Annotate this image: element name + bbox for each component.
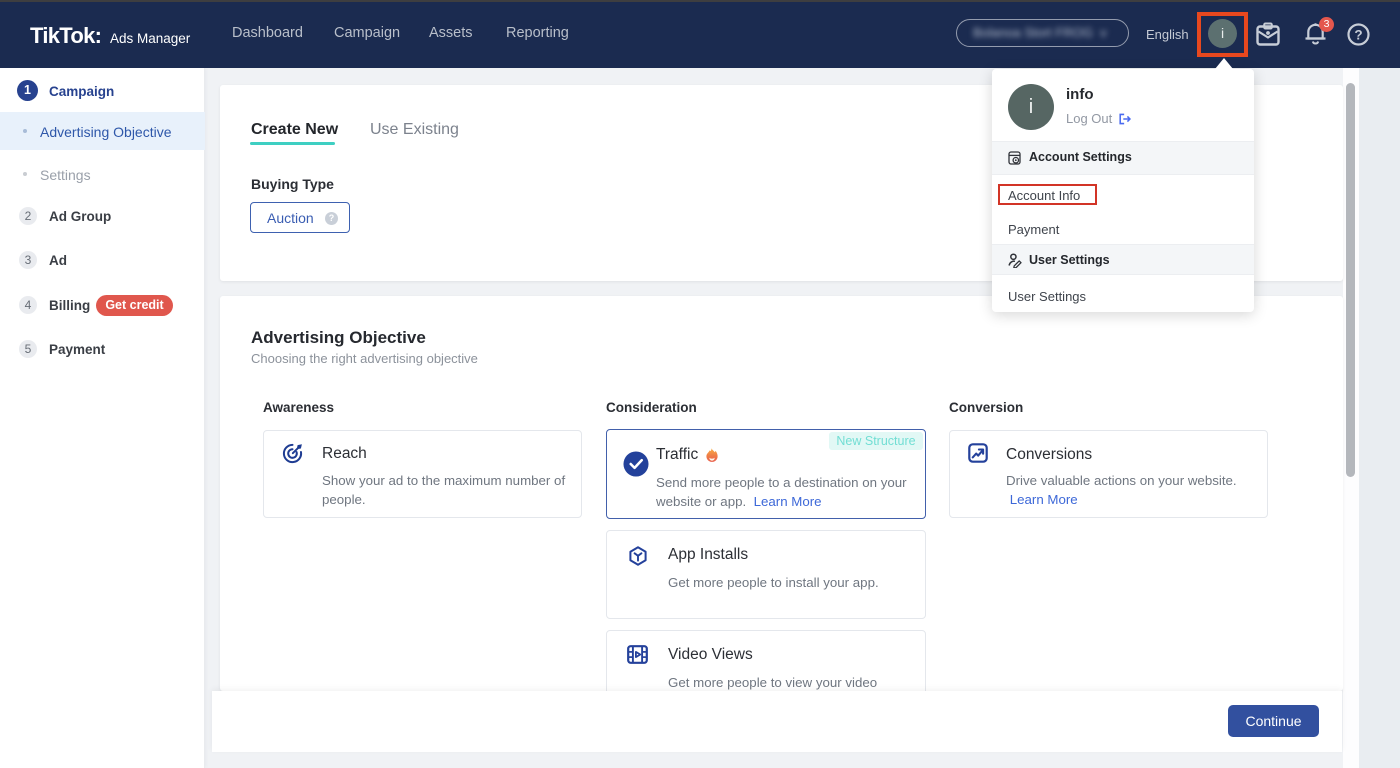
svg-text:?: ? [1354, 27, 1362, 42]
